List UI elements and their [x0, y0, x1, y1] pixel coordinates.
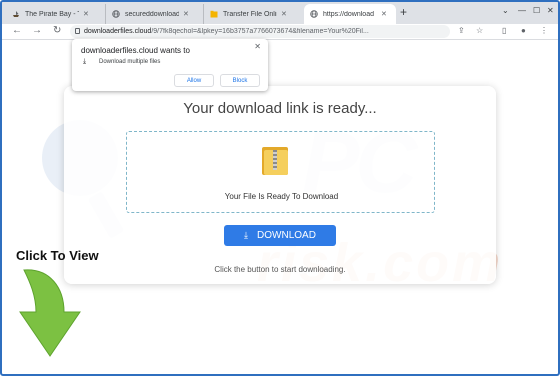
tab-pirate-bay[interactable]: The Pirate Bay - T ✕: [6, 4, 106, 24]
hint-text: Click the button to start downloading.: [214, 265, 346, 274]
globe-icon: [112, 10, 120, 18]
tab-label: secureddownloads: [125, 10, 179, 18]
close-icon[interactable]: ✕: [83, 10, 89, 18]
permission-popup: downloaderfiles.cloud wants to ✕ ⤓ Downl…: [72, 39, 268, 91]
download-tray-icon: ⤓: [244, 230, 249, 240]
reload-icon[interactable]: ↻: [53, 25, 61, 36]
tab-secureddownloads[interactable]: secureddownloads ✕: [106, 4, 204, 24]
tab-label: https://download: [323, 10, 374, 18]
pirate-ship-icon: [13, 11, 19, 17]
popup-permission-text: Download multiple files: [99, 59, 161, 65]
back-icon[interactable]: ←: [12, 25, 22, 36]
chevron-down-icon[interactable]: ⌄: [502, 6, 509, 15]
popup-title: downloaderfiles.cloud wants to: [81, 46, 190, 55]
download-button-label: DOWNLOAD: [257, 230, 316, 241]
page-title: Your download link is ready...: [183, 100, 377, 117]
close-icon[interactable]: ✕: [381, 10, 387, 18]
tab-download-active[interactable]: https://download ✕: [304, 4, 396, 24]
download-button[interactable]: ⤓ DOWNLOAD: [224, 225, 336, 246]
kebab-menu-icon[interactable]: ⋮: [540, 26, 548, 35]
close-icon[interactable]: ✕: [281, 10, 287, 18]
tab-strip: The Pirate Bay - T ✕ secureddownloads ✕ …: [2, 2, 558, 24]
zip-folder-icon: [262, 145, 288, 175]
address-bar[interactable]: downloaderfiles.cloud/9/7fk8qechol=&lpke…: [70, 25, 450, 38]
download-icon: ⤓: [83, 58, 87, 65]
maximize-icon[interactable]: ☐: [533, 6, 540, 15]
share-icon[interactable]: ⇪: [458, 26, 465, 35]
new-tab-button[interactable]: +: [400, 5, 407, 19]
url-host: downloaderfiles.cloud: [84, 28, 152, 35]
click-to-view-label: Click To View: [16, 248, 99, 263]
tab-label: The Pirate Bay - T: [25, 10, 79, 18]
lock-icon[interactable]: [75, 28, 80, 34]
screenshot-frame: The Pirate Bay - T ✕ secureddownloads ✕ …: [0, 0, 560, 376]
url-path: /9/7fk8qechol=&lpkey=16b3757a7766073674&…: [151, 28, 369, 35]
browser-toolbar: ← → ↻ downloaderfiles.cloud/9/7fk8qechol…: [2, 24, 558, 40]
download-card: Your download link is ready... Your File…: [64, 86, 496, 284]
close-icon[interactable]: ✕: [254, 42, 261, 51]
window-close-icon[interactable]: ✕: [547, 6, 554, 15]
ready-text: Your File Is Ready To Download: [224, 192, 339, 201]
arrow-down-icon: [19, 269, 81, 357]
tab-transfer-file[interactable]: Transfer File Onlin ✕: [204, 4, 302, 24]
profile-avatar-icon[interactable]: ●: [521, 26, 526, 35]
side-panel-icon[interactable]: ▯: [502, 26, 506, 35]
folder-icon: [210, 10, 218, 18]
allow-button[interactable]: Allow: [174, 74, 214, 87]
bookmark-star-icon[interactable]: ☆: [476, 26, 483, 35]
tab-label: Transfer File Onlin: [223, 10, 277, 18]
block-button[interactable]: Block: [220, 74, 260, 87]
close-icon[interactable]: ✕: [183, 10, 189, 18]
file-dropzone: Your File Is Ready To Download: [126, 131, 435, 213]
globe-icon: [310, 10, 318, 18]
minimize-icon[interactable]: —: [518, 6, 526, 15]
forward-icon[interactable]: →: [32, 25, 42, 36]
